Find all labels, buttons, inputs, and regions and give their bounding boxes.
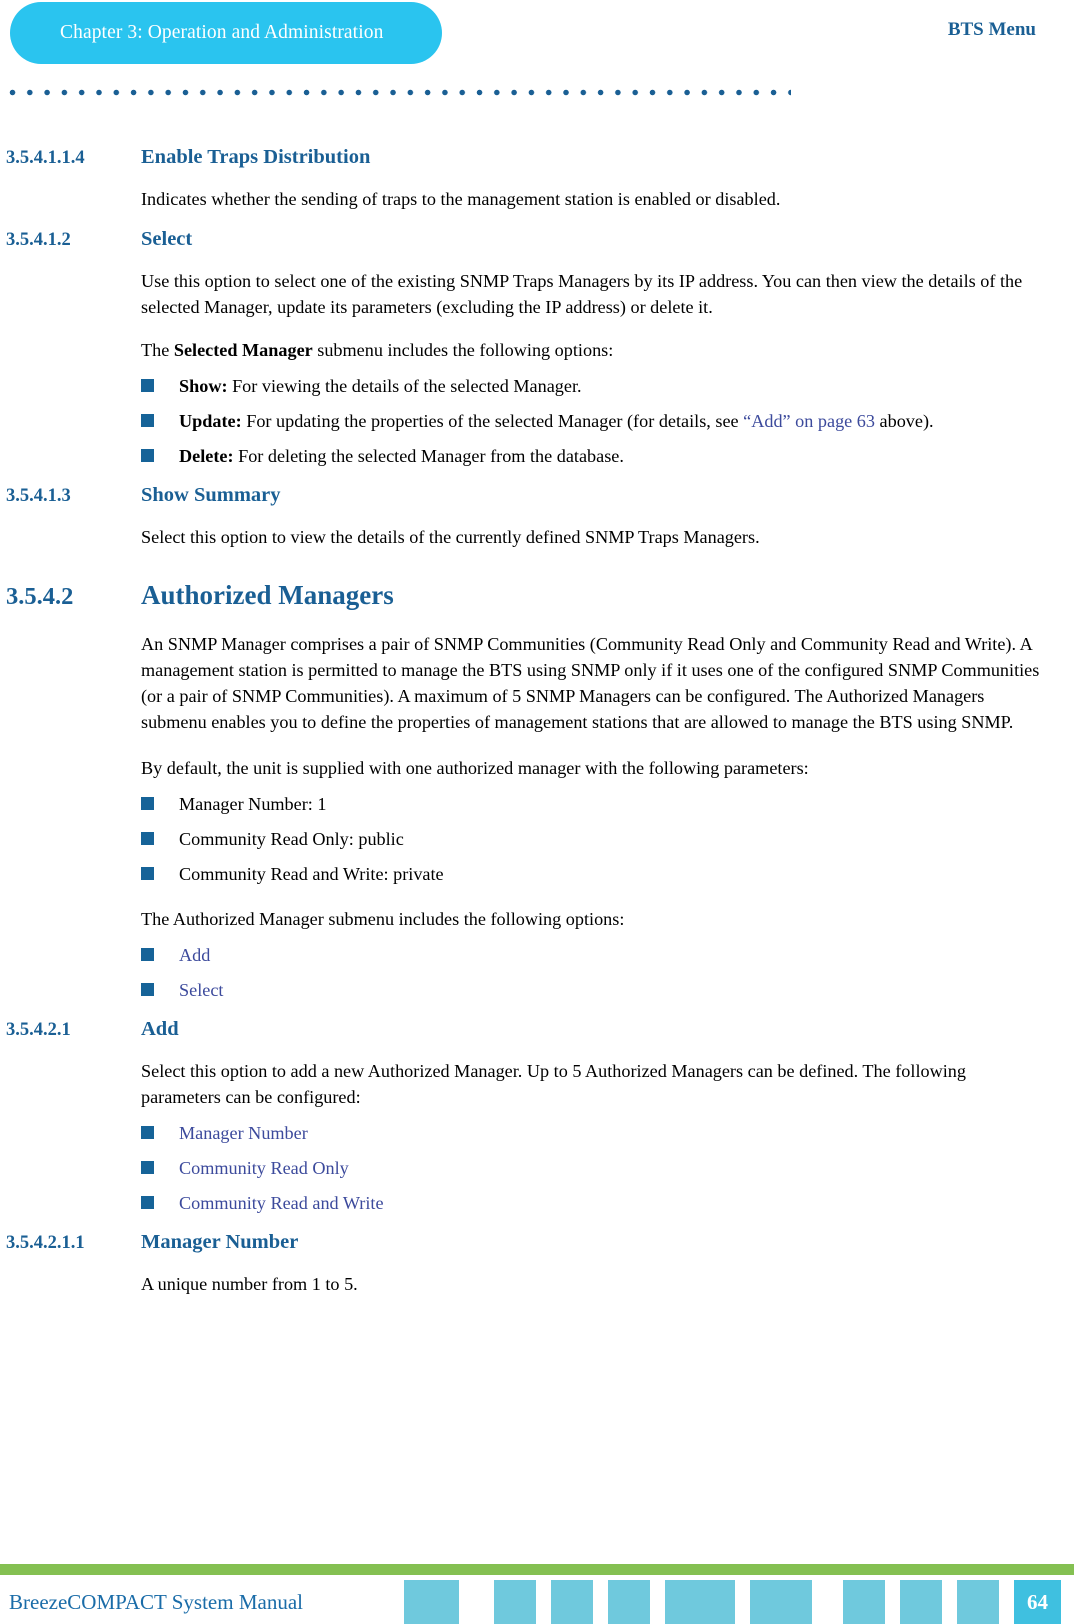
footer-block: [957, 1580, 999, 1624]
list-item: Community Read and Write: [0, 1180, 1074, 1215]
heading-authorized-managers: 3.5.4.2 Authorized Managers: [0, 550, 1074, 611]
list-item-text: Show: For viewing the details of the sel…: [179, 374, 582, 398]
list-item-text: Delete: For deleting the selected Manage…: [179, 444, 624, 468]
heading-manager-number: 3.5.4.2.1.1 Manager Number: [0, 1215, 1074, 1254]
footer-manual-title: BreezeCOMPACT System Manual: [9, 1590, 303, 1614]
intro-bold-term: Selected Manager: [173, 340, 313, 360]
square-bullet-icon: [141, 797, 154, 810]
footer-block: [750, 1580, 812, 1624]
link-add[interactable]: Add: [179, 943, 210, 967]
list-item-desc: For deleting the selected Manager from t…: [233, 446, 624, 466]
list-item-text: Manager Number: 1: [179, 794, 327, 814]
square-bullet-icon: [141, 832, 154, 845]
square-bullet-icon: [141, 983, 154, 996]
heading-number: 3.5.4.1.1.4: [6, 148, 85, 168]
heading-text: Show Summary: [141, 484, 281, 506]
authorized-manager-options-list: Add Select: [0, 932, 1074, 1002]
list-item-desc: For viewing the details of the selected …: [227, 376, 582, 396]
intro-suffix: submenu includes the following options:: [312, 340, 614, 360]
cross-reference-link-add-page-63[interactable]: “Add” on page 63: [743, 411, 875, 431]
link-manager-number[interactable]: Manager Number: [179, 1121, 308, 1145]
link-community-read-only[interactable]: Community Read Only: [179, 1156, 349, 1180]
list-item-desc-tail: above).: [874, 411, 934, 431]
paragraph-select-description: Use this option to select one of the exi…: [141, 271, 1023, 317]
header-section-label: BTS Menu: [947, 19, 1036, 40]
heading-enable-traps-distribution: 3.5.4.1.1.4 Enable Traps Distribution: [0, 130, 1074, 169]
paragraph-default-manager-intro: By default, the unit is supplied with on…: [141, 758, 809, 778]
heading-number: 3.5.4.1.2: [6, 230, 71, 250]
footer-block: [551, 1580, 593, 1624]
paragraph-enable-traps-distribution: Indicates whether the sending of traps t…: [141, 189, 781, 209]
square-bullet-icon: [141, 449, 154, 462]
heading-number: 3.5.4.1.3: [6, 486, 71, 506]
list-item: Manager Number: 1: [0, 781, 1074, 816]
footer-page-number-box: 64: [1014, 1580, 1061, 1624]
intro-prefix: The: [141, 340, 174, 360]
add-parameters-list: Manager Number Community Read Only Commu…: [0, 1110, 1074, 1215]
heading-number: 3.5.4.2.1: [6, 1020, 71, 1040]
header-dotted-rule: [9, 89, 791, 96]
heading-number: 3.5.4.2.1.1: [6, 1233, 85, 1253]
list-item: Community Read and Write: private: [0, 851, 1074, 886]
selected-manager-options-list: Show: For viewing the details of the sel…: [0, 363, 1074, 468]
list-item: Update: For updating the properties of t…: [0, 398, 1074, 433]
list-item-text: Community Read and Write: private: [179, 864, 444, 884]
square-bullet-icon: [141, 414, 154, 427]
heading-add: 3.5.4.2.1 Add: [0, 1002, 1074, 1041]
link-community-read-and-write[interactable]: Community Read and Write: [179, 1191, 384, 1215]
footer-green-divider: [0, 1564, 1074, 1575]
footer-block: [494, 1580, 536, 1624]
link-select[interactable]: Select: [179, 978, 223, 1002]
footer-block: [665, 1580, 735, 1624]
list-item: Delete: For deleting the selected Manage…: [0, 433, 1074, 468]
list-item: Show: For viewing the details of the sel…: [0, 363, 1074, 398]
heading-show-summary: 3.5.4.1.3 Show Summary: [0, 468, 1074, 507]
list-item: Manager Number: [0, 1110, 1074, 1145]
heading-text: Authorized Managers: [141, 580, 394, 610]
list-item: Add: [0, 932, 1074, 967]
square-bullet-icon: [141, 1126, 154, 1139]
default-parameters-list: Manager Number: 1 Community Read Only: p…: [0, 781, 1074, 886]
chapter-title-label: Chapter 3: Operation and Administration: [60, 22, 384, 43]
paragraph-manager-number: A unique number from 1 to 5.: [141, 1274, 358, 1294]
square-bullet-icon: [141, 1196, 154, 1209]
list-item-text: Community Read Only: public: [179, 829, 404, 849]
page-number: 64: [1027, 1589, 1048, 1614]
paragraph-show-summary: Select this option to view the details o…: [141, 527, 760, 547]
document-content: 3.5.4.1.1.4 Enable Traps Distribution In…: [0, 130, 1074, 1297]
footer-block: [404, 1580, 459, 1624]
footer-block: [608, 1580, 650, 1624]
list-item-desc: For updating the properties of the selec…: [241, 411, 744, 431]
square-bullet-icon: [141, 1161, 154, 1174]
paragraph-selected-manager-intro: The Selected Manager submenu includes th…: [0, 320, 1074, 363]
page-footer: BreezeCOMPACT System Manual 64: [0, 1530, 1074, 1624]
heading-text: Manager Number: [141, 1231, 299, 1253]
page-header: Chapter 3: Operation and Administration …: [0, 0, 1074, 110]
square-bullet-icon: [141, 379, 154, 392]
footer-block: [843, 1580, 885, 1624]
heading-text: Add: [141, 1018, 179, 1040]
paragraph-authorized-managers-overview: An SNMP Manager comprises a pair of SNMP…: [141, 634, 1040, 732]
paragraph-authorized-manager-submenu-intro: The Authorized Manager submenu includes …: [141, 909, 625, 929]
heading-text: Enable Traps Distribution: [141, 146, 371, 168]
square-bullet-icon: [141, 867, 154, 880]
heading-select: 3.5.4.1.2 Select: [0, 212, 1074, 251]
list-item-text: Update: For updating the properties of t…: [179, 409, 934, 433]
list-item-term: Delete:: [179, 446, 234, 466]
heading-number: 3.5.4.2: [6, 583, 74, 610]
footer-block: [900, 1580, 942, 1624]
list-item-term: Update:: [179, 411, 242, 431]
square-bullet-icon: [141, 948, 154, 961]
chapter-title-pill: Chapter 3: Operation and Administration: [10, 2, 442, 64]
list-item: Community Read Only: public: [0, 816, 1074, 851]
list-item-term: Show:: [179, 376, 228, 396]
list-item: Community Read Only: [0, 1145, 1074, 1180]
paragraph-add-description: Select this option to add a new Authoriz…: [141, 1061, 966, 1107]
heading-text: Select: [141, 228, 193, 250]
list-item: Select: [0, 967, 1074, 1002]
